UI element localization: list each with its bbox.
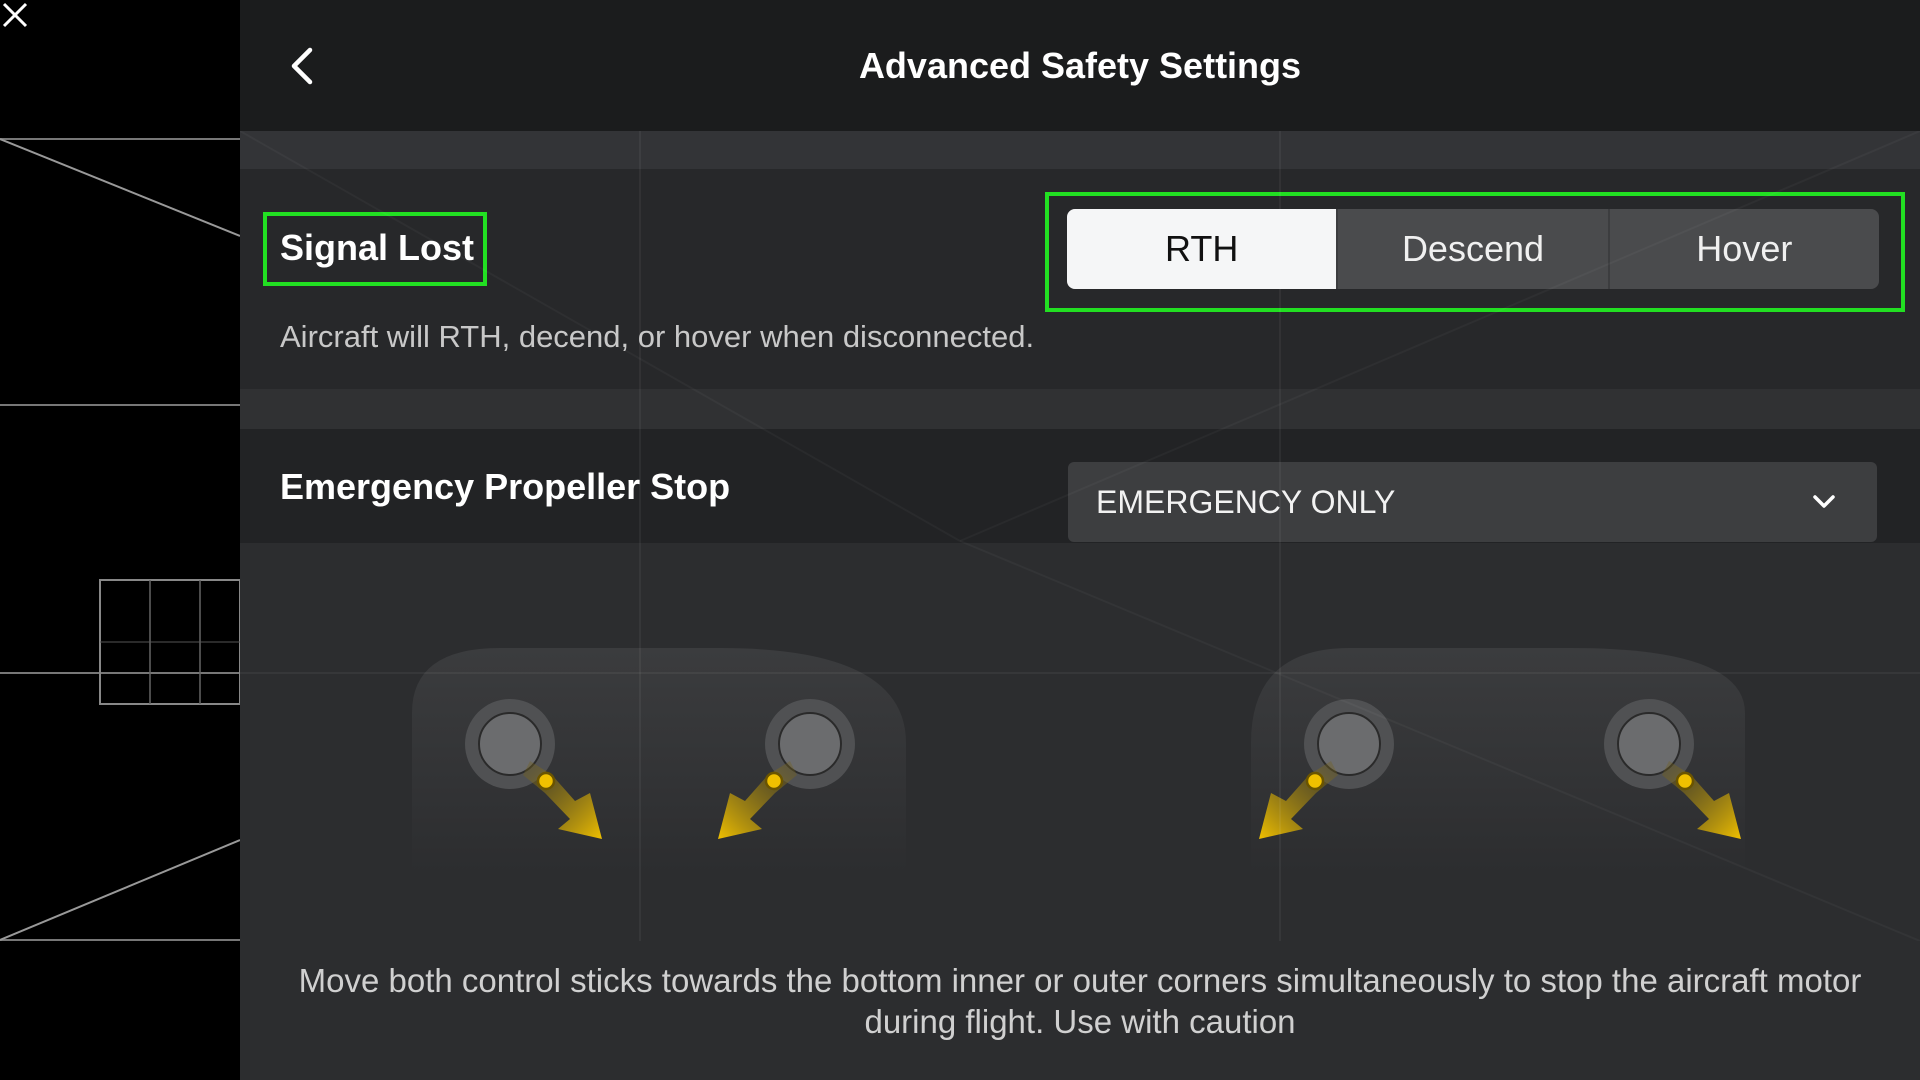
emergency-propeller-stop-label: Emergency Propeller Stop (280, 466, 731, 507)
illustration-graphic (412, 648, 1745, 873)
signal-lost-label: Signal Lost (280, 227, 475, 268)
option-rth[interactable]: RTH (1067, 209, 1337, 289)
option-descend[interactable]: Descend (1336, 209, 1607, 289)
chevron-down-icon (1813, 495, 1835, 508)
camera-guide-lines (0, 138, 240, 941)
signal-lost-segmented-control: RTH Descend Hover (1067, 209, 1879, 289)
chevron-left-icon[interactable] (280, 42, 324, 90)
footer-section: Move both control sticks towards the bot… (240, 939, 1920, 1080)
emergency-propeller-stop-dropdown[interactable]: EMERGENCY ONLY (1068, 462, 1877, 542)
option-hover[interactable]: Hover (1607, 209, 1879, 289)
camera-preview-strip (0, 0, 240, 1080)
dropdown-selected-value: EMERGENCY ONLY (1096, 484, 1396, 520)
advanced-safety-settings-panel: Advanced Safety Settings Signal Lost Air… (240, 0, 1920, 1080)
signal-lost-description: Aircraft will RTH, decend, or hover when… (280, 319, 1035, 354)
emergency-propeller-stop-row: Emergency Propeller Stop EMERGENCY ONLY (240, 429, 1920, 543)
section-divider (240, 389, 1920, 429)
controller-inner-corners (412, 648, 906, 873)
header-bar: Advanced Safety Settings (240, 0, 1920, 131)
emergency-stop-instructions: Move both control sticks towards the bot… (298, 962, 1862, 1040)
page-title: Advanced Safety Settings (858, 45, 1302, 86)
signal-lost-row: Signal Lost Aircraft will RTH, decend, o… (240, 169, 1920, 389)
stick-gesture-illustration (240, 543, 1920, 939)
close-icon[interactable] (0, 0, 30, 30)
controller-outer-corners (1251, 648, 1745, 873)
section-divider (240, 131, 1920, 169)
